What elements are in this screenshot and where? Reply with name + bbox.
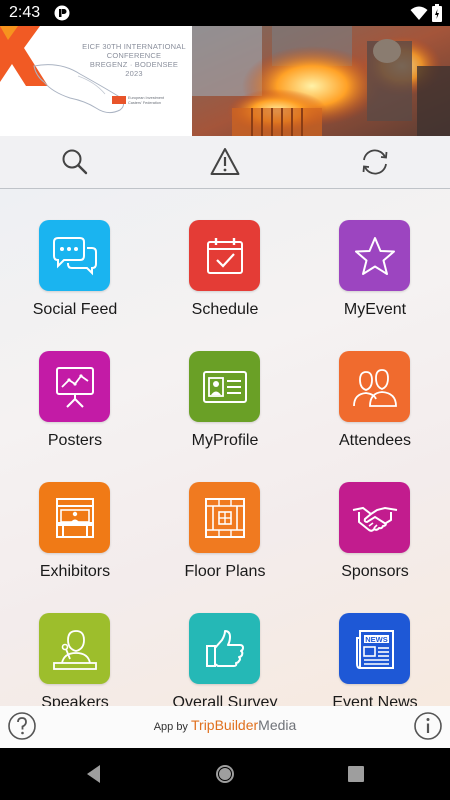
credit-brand-part2: Media	[258, 717, 297, 733]
tile-label: Social Feed	[32, 301, 118, 318]
tile-schedule[interactable]: Schedule	[150, 189, 300, 320]
refresh-icon	[362, 149, 388, 175]
status-time: 2:43	[9, 4, 41, 21]
tile-icon-bg	[39, 351, 110, 422]
tile-icon-bg	[339, 351, 410, 422]
refresh-button[interactable]	[353, 144, 397, 180]
warning-icon	[210, 148, 240, 175]
tile-label: Event News	[332, 694, 418, 706]
tile-icon-bg	[39, 220, 110, 291]
tile-icon-bg	[189, 220, 260, 291]
tile-icon-bg	[189, 482, 260, 553]
handshake-icon	[352, 506, 397, 532]
tile-floor-plans[interactable]: Floor Plans	[150, 451, 300, 582]
tile-label: Attendees	[338, 432, 412, 449]
tile-icon-bg	[189, 351, 260, 422]
credit-prefix: App by	[153, 721, 188, 733]
menu-grid: Social Feed Schedule MyEvent Posters MyP…	[0, 189, 450, 706]
tile-speakers[interactable]: Speakers	[0, 582, 150, 706]
thumbs-up-icon	[205, 629, 244, 667]
recents-icon[interactable]	[344, 762, 368, 786]
tile-icon-bg	[39, 482, 110, 553]
tile-social-feed[interactable]: Social Feed	[0, 189, 150, 320]
tile-label: MyProfile	[191, 432, 259, 449]
footer: App by TripBuilderMedia	[0, 706, 450, 748]
tile-overall-survey[interactable]: Overall Survey	[150, 582, 300, 706]
tile-label: Overall Survey	[172, 694, 278, 706]
toolbar	[0, 136, 450, 189]
tile-event-news[interactable]: NEWS Event News	[300, 582, 450, 706]
speaker-icon	[52, 629, 97, 670]
banner-title: EICF 30TH INTERNATIONAL CONFERENCE BREGE…	[82, 42, 186, 78]
app-credit[interactable]: App by TripBuilderMedia	[0, 717, 450, 733]
people-icon	[352, 368, 397, 407]
tile-icon-bg	[339, 482, 410, 553]
status-bar: 2:43	[0, 0, 450, 26]
home-icon[interactable]	[213, 762, 237, 786]
svg-text:NEWS: NEWS	[365, 635, 388, 644]
newspaper-icon: NEWS	[355, 629, 394, 669]
tile-icon-bg	[339, 220, 410, 291]
tile-label: MyEvent	[343, 301, 407, 318]
tile-label: Posters	[47, 432, 103, 449]
star-icon	[354, 236, 395, 275]
id-card-icon	[202, 370, 247, 403]
tile-attendees[interactable]: Attendees	[300, 320, 450, 451]
tile-label: Sponsors	[341, 563, 409, 580]
tile-posters[interactable]: Posters	[0, 320, 150, 451]
conference-banner[interactable]: EICF 30TH INTERNATIONAL CONFERENCE BREGE…	[0, 26, 450, 136]
search-icon	[62, 149, 88, 175]
banner-photo	[192, 26, 450, 136]
tile-label: Floor Plans	[184, 563, 266, 580]
tile-label: Speakers	[41, 694, 109, 706]
chat-icon	[52, 236, 97, 275]
back-icon[interactable]	[82, 762, 106, 786]
info-icon[interactable]	[413, 711, 443, 741]
tile-myprofile[interactable]: MyProfile	[150, 320, 300, 451]
notification-icon	[54, 5, 70, 21]
tile-exhibitors[interactable]: Exhibitors	[0, 451, 150, 582]
booth-icon	[55, 497, 94, 538]
banner-logo-area: EICF 30TH INTERNATIONAL CONFERENCE BREGE…	[0, 26, 192, 136]
calendar-icon	[206, 237, 243, 274]
search-button[interactable]	[53, 144, 97, 180]
banner-federation-text: European Investment Casters' Federation	[128, 96, 165, 105]
tile-icon-bg	[189, 613, 260, 684]
system-nav-bar	[0, 748, 450, 800]
floor-plan-icon	[204, 497, 245, 538]
tile-label: Exhibitors	[39, 563, 111, 580]
tile-icon-bg: NEWS	[339, 613, 410, 684]
credit-brand-part1: TripBuilder	[191, 717, 259, 733]
presentation-icon	[55, 366, 94, 408]
tile-myevent[interactable]: MyEvent	[300, 189, 450, 320]
battery-icon	[432, 4, 442, 22]
alerts-button[interactable]	[203, 144, 247, 180]
wifi-icon	[410, 6, 428, 20]
tile-icon-bg	[39, 613, 110, 684]
tile-sponsors[interactable]: Sponsors	[300, 451, 450, 582]
tile-label: Schedule	[191, 301, 259, 318]
